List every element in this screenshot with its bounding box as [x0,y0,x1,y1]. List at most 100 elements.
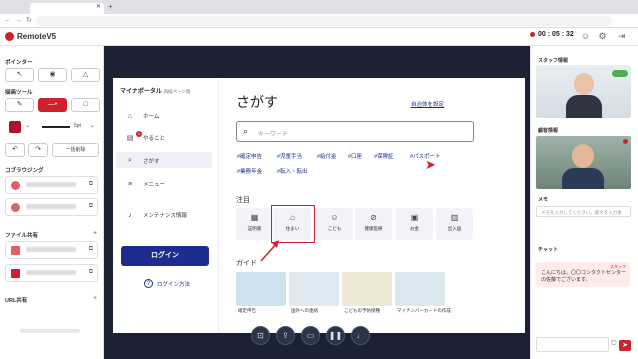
chat-input[interactable] [536,337,609,352]
cobrowse-item[interactable]: ⧉ [5,176,98,194]
howto-label: ログイン方法 [157,281,191,288]
category-certificate[interactable]: ▦ 証明書 [236,208,273,240]
tag-link[interactable]: #児童手当 [277,152,302,160]
chat-text: こんにちは。〇〇コンタクトセンターの佐藤でございます。 [541,270,627,283]
customer-face [572,144,594,168]
category-label: 出入国 [447,226,462,231]
control-dock: ⊡ ⇪ ▭ ❚❚ ♩ [251,326,370,345]
microphone-icon[interactable]: ♩ [351,326,370,345]
draw-title: 描画ツール [5,90,33,96]
chat-title: チャット [538,247,558,253]
external-link-icon[interactable]: ⧉ [89,203,93,210]
menu-item-maintenance[interactable]: ♪ メンテナンス情報 [125,211,187,220]
guide-image[interactable] [289,272,339,306]
guide-label[interactable]: 確定申告 [238,308,256,314]
toggle-switch[interactable] [612,70,628,77]
external-link-icon[interactable]: ⧉ [89,181,93,188]
send-button[interactable]: ➤ [619,340,631,351]
pointer-arrow-button[interactable]: ↖ [5,68,34,82]
image-file-icon [11,246,20,255]
guide-image[interactable] [342,272,392,306]
category-health[interactable]: ⊘ 健康医療 [355,208,392,240]
guide-label[interactable]: 国外への連絡 [291,308,318,314]
tag-link[interactable]: #給付金 [317,152,337,160]
rect-tool-button[interactable]: □ [71,98,100,112]
guide-image[interactable] [236,272,286,306]
add-file-icon[interactable]: + [93,230,97,237]
cobrowse-label-blurred [26,204,76,209]
category-money[interactable]: ▣ お金 [396,208,433,240]
timer-value: 00 : 05 : 32 [538,31,574,38]
tag-link[interactable]: #確定申告 [237,152,262,160]
screenshot-icon[interactable]: ⊡ [251,326,270,345]
login-howto-link[interactable]: ? ログイン方法 [144,279,190,288]
wallet-icon: ▣ [410,213,419,222]
screen-share-icon[interactable]: ▭ [301,326,320,345]
chevron-down-icon[interactable]: ⌄ [25,122,30,129]
gear-icon[interactable]: ⚙ [597,31,608,42]
file-item[interactable]: ⧉ [5,241,98,259]
menu-item-search[interactable]: ⌕ さがす [125,157,160,165]
menu-item-todo[interactable]: ▤ やること [125,134,165,142]
menu-label: メニュー [143,182,166,188]
menu-item-home[interactable]: ⌂ ホーム [125,112,160,121]
memo-title: メモ [538,197,549,203]
chevron-down-icon[interactable]: ⌄ [90,122,95,129]
session-timer: 00 : 05 : 32 [530,31,574,38]
staff-face [574,73,594,95]
attach-icon[interactable]: ⎋ [611,340,617,348]
menu-label: さがす [143,159,160,165]
cobrowse-item[interactable]: ⧉ [5,198,98,216]
guide-image[interactable] [395,272,445,306]
category-children[interactable]: ☺ こども [316,208,353,240]
search-input[interactable]: ⌕ キーワード [236,121,474,142]
cursor-pointer-icon: ➤ [425,157,436,172]
set-municipality-link[interactable]: 自治体を設定 [411,100,444,108]
guide-label[interactable]: こどもの予防接種 [344,308,380,314]
redo-button[interactable]: ↷ [28,143,48,157]
address-bar[interactable] [36,16,612,26]
category-label: 証明書 [247,226,262,231]
external-link-icon[interactable]: ⧉ [89,246,93,253]
cobrowse-title: コブラウジング [5,168,44,174]
pause-icon[interactable]: ❚❚ [326,326,345,345]
external-link-icon[interactable]: ⧉ [89,269,93,276]
menu-label: やること [143,136,166,142]
person-icon[interactable]: ☺ [580,31,591,42]
line-tool-button[interactable]: —• [38,98,67,112]
tag-link[interactable]: #業務年金 [237,167,262,175]
guide-label[interactable]: マイナンバーカードの作成 [397,308,451,314]
menu-item-menu[interactable]: ≡ メニュー [125,180,166,189]
category-immigration[interactable]: ▥ 出入国 [436,208,473,240]
browser-tab[interactable] [30,3,104,14]
pointer-triangle-button[interactable]: △ [71,68,100,82]
pointer-dot-button[interactable]: ◉ [38,68,67,82]
customer-title: 顧客情報 [538,128,559,134]
page-heading: さがす [236,94,278,110]
exit-icon[interactable]: ⇥ [616,31,627,42]
tab-close-icon[interactable]: ✕ [96,3,101,10]
add-url-icon[interactable]: + [93,295,97,302]
share-icon[interactable]: ⇪ [276,326,295,345]
tag-link[interactable]: #口座 [348,152,362,160]
menu-label: ホーム [143,114,160,120]
pen-tool-button[interactable]: ✎ [5,98,34,112]
globe-icon [11,181,20,190]
undo-button[interactable]: ↶ [5,143,25,157]
staff-body [566,95,602,118]
cobrowse-label-blurred [26,182,76,187]
new-tab-icon[interactable]: + [108,2,113,11]
browser-nav-icons[interactable]: ←→↻ [4,16,36,24]
hamburger-icon: ≡ [127,180,133,188]
tag-link[interactable]: #保険証 [374,152,394,160]
attention-heading: 注目 [236,197,250,204]
portal-title: マイナポータル 再描ページ版 [120,86,190,95]
passport-icon: ▥ [450,213,459,222]
memo-input[interactable]: メモを入力してください。最大を入力後 [536,206,631,217]
color-swatch[interactable] [9,121,21,133]
tag-link[interactable]: #転入・転出 [277,167,308,175]
login-button[interactable]: ログイン [121,246,209,266]
file-item[interactable]: ⧉ [5,264,98,282]
pdf-file-icon [11,269,20,278]
clear-all-button[interactable]: 一括削除 [52,143,99,157]
